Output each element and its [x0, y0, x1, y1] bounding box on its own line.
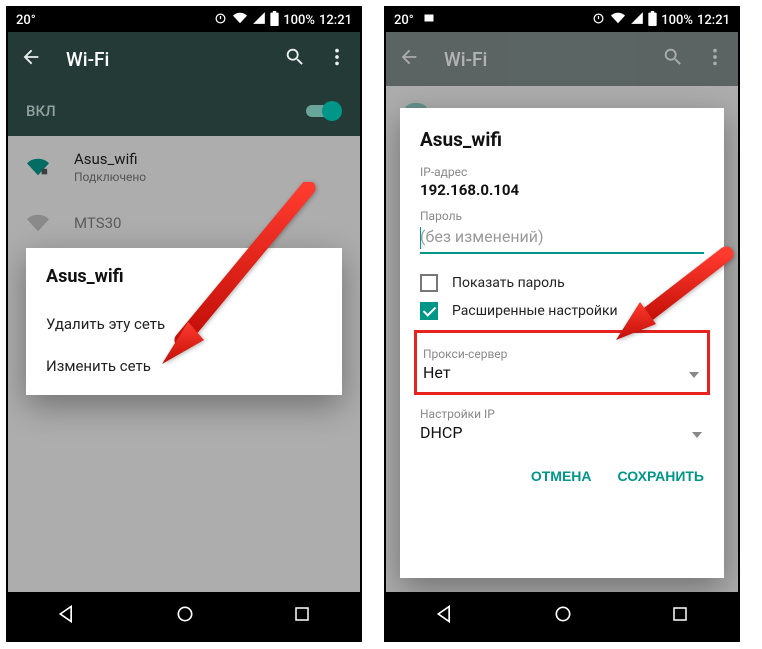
show-password-checkbox[interactable]: [420, 274, 438, 292]
app-bar: Wi-Fi: [8, 32, 360, 86]
alarm-icon: [591, 11, 606, 30]
wifi-toggle-label: ВКЛ: [26, 102, 56, 120]
screen: 20° 100% 12:21 Wi-Fi: [8, 8, 360, 640]
nav-back-icon[interactable]: [435, 604, 455, 628]
proxy-value: Нет: [423, 363, 701, 382]
proxy-highlight: Прокси-сервер Нет: [414, 330, 710, 395]
search-icon[interactable]: [284, 46, 306, 72]
password-input[interactable]: (без изменений): [420, 227, 704, 254]
clock: 12:21: [697, 13, 730, 28]
advanced-row[interactable]: Расширенные настройки: [420, 302, 704, 320]
screen: 20° 100% 12:21 Wi-Fi: [386, 8, 738, 640]
screenshot-icon: [422, 12, 436, 28]
alarm-icon: [213, 11, 228, 30]
wifi-toggle-switch[interactable]: [306, 101, 342, 121]
status-bar: 20° 100% 12:21: [386, 8, 738, 32]
advanced-label: Расширенные настройки: [452, 303, 618, 319]
password-placeholder: (без изменений): [420, 227, 544, 246]
wifi-toggle-row: ВКЛ: [8, 86, 360, 136]
battery-icon: [648, 11, 657, 30]
proxy-dropdown[interactable]: Прокси-сервер Нет: [423, 343, 701, 388]
nav-home-icon[interactable]: [175, 604, 195, 628]
temperature: 20°: [394, 13, 414, 28]
context-menu-title: Asus_wifi: [46, 266, 322, 287]
cancel-button[interactable]: ОТМЕНА: [531, 468, 592, 484]
status-bar: 20° 100% 12:21: [8, 8, 360, 32]
chevron-down-icon: [692, 432, 702, 438]
cell-signal-icon: [252, 11, 266, 29]
phone-left: 20° 100% 12:21 Wi-Fi: [6, 6, 362, 642]
password-label: Пароль: [420, 209, 704, 223]
nav-home-icon[interactable]: [553, 604, 573, 628]
edit-network-dialog: Asus_wifi IP-адрес 192.168.0.104 Пароль …: [400, 108, 724, 578]
forget-network-item[interactable]: Удалить эту сеть: [46, 303, 322, 345]
modify-network-item[interactable]: Изменить сеть: [46, 345, 322, 387]
page-title: Wi-Fi: [66, 48, 284, 71]
ip-address-value: 192.168.0.104: [420, 181, 704, 199]
nav-recent-icon[interactable]: [293, 605, 311, 627]
chevron-down-icon: [689, 372, 699, 378]
more-icon[interactable]: [326, 46, 348, 72]
advanced-checkbox[interactable]: [420, 302, 438, 320]
ip-address-label: IP-адрес: [420, 165, 704, 179]
back-icon[interactable]: [20, 46, 42, 72]
proxy-label: Прокси-сервер: [423, 347, 701, 361]
clock: 12:21: [319, 13, 352, 28]
cell-signal-icon: [630, 11, 644, 29]
ip-settings-dropdown[interactable]: Настройки IP DHCP: [420, 403, 704, 448]
show-password-label: Показать пароль: [452, 275, 565, 291]
battery-icon: [270, 11, 279, 30]
show-password-row[interactable]: Показать пароль: [420, 274, 704, 292]
temperature: 20°: [16, 13, 36, 28]
nav-bar: [386, 592, 738, 640]
ip-settings-value: DHCP: [420, 423, 704, 442]
wifi-signal-icon: [610, 11, 626, 29]
context-menu: Asus_wifi Удалить эту сеть Изменить сеть: [26, 248, 342, 395]
wifi-signal-icon: [232, 11, 248, 29]
nav-back-icon[interactable]: [57, 604, 77, 628]
dialog-title: Asus_wifi: [420, 128, 704, 151]
nav-bar: [8, 592, 360, 640]
battery-percent: 100%: [283, 13, 315, 28]
battery-percent: 100%: [661, 13, 693, 28]
phone-right: 20° 100% 12:21 Wi-Fi: [384, 6, 740, 642]
save-button[interactable]: СОХРАНИТЬ: [618, 468, 704, 484]
ip-settings-label: Настройки IP: [420, 407, 704, 421]
nav-recent-icon[interactable]: [671, 605, 689, 627]
